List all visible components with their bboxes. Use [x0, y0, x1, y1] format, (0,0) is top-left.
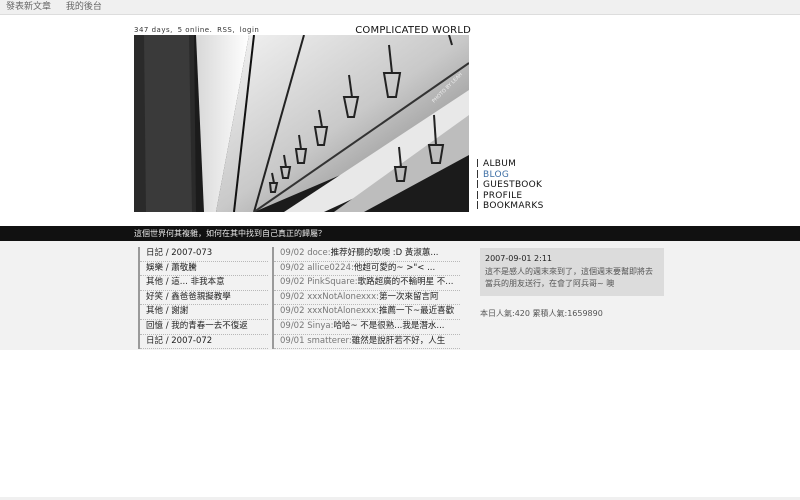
subway-train-interior-photo: PHOTO BY LEAH — [134, 35, 469, 212]
nav-label: ALBUM — [483, 159, 517, 169]
nav-label: GUESTBOOK — [483, 180, 543, 190]
comment-author: doce: — [307, 248, 331, 258]
login-link[interactable]: login — [240, 26, 260, 34]
nav-divider — [477, 190, 478, 199]
comment-date: 09/02 — [280, 320, 305, 331]
post-link[interactable]: 好笑 / 鑫爸爸親擬教學 — [140, 291, 268, 306]
tagline-bar: 這個世界何其複雜，如何在其中找到自己真正的歸屬？ — [0, 226, 800, 241]
nav-divider — [477, 159, 478, 167]
site-stats: 347 days, 5 online. RSS, login — [134, 26, 261, 34]
post-link[interactable]: 娛樂 / 蕭敬騰 — [140, 262, 268, 277]
comment-date: 09/02 — [280, 277, 305, 288]
comment-date: 09/02 — [280, 248, 305, 258]
comment-item[interactable]: 09/02 xxxNotAlonexxx:第一次來留言阿 — [274, 291, 460, 306]
top-menu-bar: 發表新文章 我的後台 — [0, 0, 800, 15]
recent-posts-list: 日記 / 2007-073 娛樂 / 蕭敬騰 其他 / 這... 非我本意 好笑… — [138, 247, 268, 350]
days-count: 347 days, — [134, 26, 173, 34]
comment-item[interactable]: 09/02 PinkSquare:歌路超廣的不輸明星 不... — [274, 276, 460, 291]
comment-item[interactable]: 09/02 doce:推荐好聽的歌噢 :D 黃淑蕙... — [274, 247, 460, 262]
comment-author: PinkSquare: — [307, 277, 358, 288]
banner-image: PHOTO BY LEAH — [134, 35, 469, 212]
notice-timestamp: 2007-09-01 2:11 — [485, 254, 552, 263]
comment-text: 第一次來留言阿 — [378, 291, 439, 302]
comment-text: 歌路超廣的不輸明星 不... — [357, 277, 454, 288]
comment-text: 推薦一下~最近喜歡 — [378, 306, 455, 317]
comment-item[interactable]: 09/02 xxxNotAlonexxx:推薦一下~最近喜歡 — [274, 305, 460, 320]
comment-item[interactable]: 09/02 allice0224:他超可愛的~ >"< ... — [274, 262, 460, 277]
comment-date: 09/02 — [280, 306, 305, 317]
comment-date: 09/02 — [280, 262, 305, 273]
nav-guestbook[interactable]: GUESTBOOK — [477, 180, 544, 191]
nav-divider — [477, 180, 478, 188]
comment-text: 推荐好聽的歌噢 :D 黃淑蕙... — [330, 248, 439, 258]
my-backend-link[interactable]: 我的後台 — [66, 2, 102, 12]
post-link[interactable]: 其他 / 謝謝 — [140, 305, 268, 320]
nav-label: BLOG — [483, 169, 510, 180]
nav-bookmarks[interactable]: BOOKMARKS — [477, 201, 544, 212]
comment-text: 雖然是說肝若不好，人生 — [351, 335, 446, 346]
tagline-text: 這個世界何其複雜，如何在其中找到自己真正的歸屬？ — [134, 229, 326, 238]
nav-profile[interactable]: PROFILE — [477, 190, 544, 202]
comment-date: 09/02 — [280, 291, 305, 302]
visitor-counter: 本日人氣:420 累積人氣:1659890 — [480, 309, 603, 318]
comment-author: Sinya: — [307, 320, 334, 331]
nav-label: BOOKMARKS — [483, 201, 544, 211]
comment-text: 他超可愛的~ >"< ... — [353, 262, 436, 273]
latest-notice-box: 2007-09-01 2:11 這不是感人的週末來到了，這個週末要幫即將去當兵的… — [480, 248, 664, 296]
notice-message: 這不是感人的週末來到了，這個週末要幫即將去當兵的朋友送行，在會了阿兵哥~ 噢 — [485, 267, 653, 288]
post-link[interactable]: 日記 / 2007-072 — [140, 335, 268, 350]
comment-item[interactable]: 09/01 smatterer:雖然是說肝若不好，人生 — [274, 335, 460, 350]
rss-link[interactable]: RSS, — [217, 26, 235, 34]
comment-item[interactable]: 09/02 Sinya:哈哈~ 不是很熟...我是潛水... — [274, 320, 460, 335]
post-link[interactable]: 回憶 / 我的青春一去不復返 — [140, 320, 268, 335]
comment-author: xxxNotAlonexxx: — [307, 306, 379, 317]
nav-divider — [477, 201, 478, 209]
main-nav: ALBUM BLOG GUESTBOOK PROFILE BOOKMARKS — [477, 159, 544, 212]
post-link[interactable]: 日記 / 2007-073 — [140, 247, 268, 262]
nav-album[interactable]: ALBUM — [477, 159, 544, 170]
post-link[interactable]: 其他 / 這... 非我本意 — [140, 276, 268, 291]
comment-author: xxxNotAlonexxx: — [307, 291, 379, 302]
content-area: 日記 / 2007-073 娛樂 / 蕭敬騰 其他 / 這... 非我本意 好笑… — [0, 241, 800, 350]
comment-text: 哈哈~ 不是很熟...我是潛水... — [333, 320, 445, 331]
nav-divider — [477, 169, 478, 178]
comment-date: 09/01 — [280, 335, 305, 346]
comment-author: smatterer: — [307, 335, 352, 346]
new-post-link[interactable]: 發表新文章 — [6, 2, 51, 12]
online-count: 5 online. — [177, 26, 213, 34]
recent-comments-list: 09/02 doce:推荐好聽的歌噢 :D 黃淑蕙... 09/02 allic… — [272, 247, 460, 350]
nav-blog[interactable]: BLOG — [477, 169, 544, 181]
comment-author: allice0224: — [307, 262, 354, 273]
nav-label: PROFILE — [483, 190, 523, 201]
